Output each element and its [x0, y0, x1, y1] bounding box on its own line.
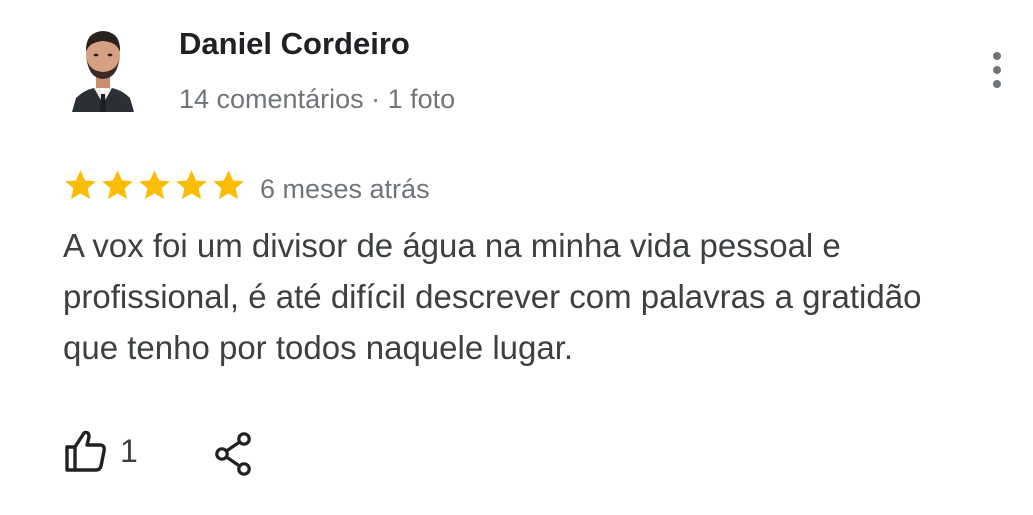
like-count: 1 [120, 432, 138, 469]
author-meta: 14 comentários · 1 foto [179, 84, 456, 114]
star-icon [213, 170, 244, 200]
more-vert-icon[interactable] [986, 50, 1008, 90]
share-icon[interactable] [212, 431, 254, 477]
review-date: 6 meses atrás [260, 174, 430, 204]
review-text: A vox foi um divisor de água na minha vi… [63, 227, 922, 366]
author-avatar[interactable] [70, 24, 136, 112]
star-icon [176, 170, 207, 200]
star-rating [62, 167, 247, 204]
star-icon [102, 170, 133, 200]
star-icon [139, 170, 170, 200]
like-button[interactable]: 1 [62, 428, 138, 474]
thumb-up-icon [65, 430, 106, 472]
author-name[interactable]: Daniel Cordeiro [179, 26, 410, 62]
star-icon [65, 170, 96, 200]
